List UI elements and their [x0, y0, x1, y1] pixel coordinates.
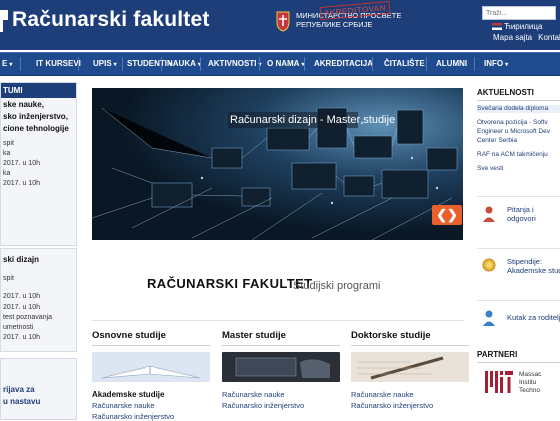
widget-text: Pitanja i odgovori — [507, 205, 536, 223]
news-heading: AKTUELNOSTI — [477, 88, 560, 101]
laptop-image — [222, 352, 340, 382]
event-detail: spit — [3, 140, 14, 147]
event-detail: 2017. u 10h — [3, 293, 40, 300]
event-detail: ka — [3, 150, 11, 157]
news-item[interactable]: RAF na ACM takmičenju — [477, 151, 560, 159]
column-heading[interactable]: Doktorske studije — [351, 330, 469, 341]
event-title-line[interactable]: ski dizajn — [1, 249, 76, 265]
event-detail: umetnosti — [3, 324, 34, 331]
slider-arrows-button[interactable]: ❮❯ — [432, 205, 462, 225]
nav-item-it-kursevi[interactable]: IT KURSEVI — [36, 53, 81, 75]
circuit-board-image — [92, 88, 463, 240]
nav-item-alumni[interactable]: ALUMNI — [436, 53, 467, 75]
event-title-line[interactable]: sko inženjerstvo, — [1, 110, 76, 122]
medal-icon — [482, 258, 496, 272]
nav-item-studenti[interactable]: STUDENTI ▾ — [127, 53, 172, 75]
event-title-line[interactable]: ske nauke, — [1, 98, 76, 110]
program-link[interactable]: Računarsko inženjerstvo — [351, 401, 469, 410]
events-heading: TUMI — [1, 83, 76, 98]
news-item[interactable]: Engineer u Microsoft Dev — [477, 128, 560, 136]
doktorske-studije-column: Doktorske studije Računarske nauke Račun… — [351, 330, 469, 410]
master-studije-column: Master studije Računarske nauke Računars… — [222, 330, 340, 410]
faq-widget[interactable]: Pitanja i odgovori — [477, 196, 560, 235]
nav-item-o-nama[interactable]: O NAMA ▾ — [267, 53, 304, 75]
program-link[interactable]: Računarske nauke — [351, 390, 469, 399]
column-heading[interactable]: Osnovne studije — [92, 330, 210, 341]
news-item[interactable]: Svečana dodela diploma — [477, 105, 560, 113]
logo-mark-icon[interactable] — [0, 6, 10, 36]
events-panel: TUMI ske nauke, sko inženjerstvo, cione … — [0, 82, 77, 246]
nav-item-home[interactable]: E ▾ — [2, 53, 12, 75]
all-news-link[interactable]: Sve vesti — [477, 165, 560, 173]
nav-item-akreditacija[interactable]: AKREDITACIJA — [314, 53, 373, 75]
serbian-flag-icon — [492, 23, 502, 31]
partners-heading: PARTNERI — [477, 350, 560, 363]
language-switch[interactable]: Ћирилица — [492, 22, 542, 31]
ministry-line-2: РЕПУБЛИКЕ СРБИЈЕ — [296, 20, 373, 29]
column-heading[interactable]: Master studije — [222, 330, 340, 341]
news-item[interactable]: Otvorena pozicija - Softv — [477, 119, 560, 127]
events-panel-2: ski dizajn spit 2017. u 10h 2017. u 10h … — [0, 248, 77, 352]
search-input[interactable] — [482, 6, 556, 20]
nav-item-info[interactable]: INFO ▾ — [484, 53, 508, 75]
nav-item-aktivnosti[interactable]: AKTIVNOSTI▾ — [208, 53, 261, 75]
widget-text: Stipendije:Akademske studije — [507, 257, 560, 275]
program-link[interactable]: Računarske nauke — [92, 401, 210, 410]
contact-link[interactable]: Kontakt — [538, 33, 560, 42]
event-detail: 2017. u 10h — [3, 334, 40, 341]
site-header: Računarski fakultet МИНИСТАРСТВО ПРОСВЕТ… — [0, 0, 560, 50]
event-detail: ka — [3, 170, 11, 177]
nav-item-nauka[interactable]: NAUKA▾ — [167, 53, 201, 75]
hero-caption[interactable]: Računarski dizajn - Master studije — [230, 114, 395, 126]
osnovne-studije-column: Osnovne studije Akademske studije Računa… — [92, 330, 210, 421]
nav-item-citaliste[interactable]: ČITALIŠTE — [384, 53, 425, 75]
event-detail: 2017. u 10h — [3, 180, 40, 187]
parents-widget[interactable]: Kutak za roditelje — [477, 300, 560, 339]
column-subheading: Akademske studije — [92, 390, 165, 399]
mit-partner-name[interactable]: Massac Institu Techno — [519, 371, 541, 395]
scholarship-widget[interactable]: Stipendije:Akademske studije — [477, 248, 560, 287]
widget-text: Kutak za roditelje — [507, 313, 560, 322]
event-detail: test poznavanja — [3, 314, 53, 321]
language-label: Ћирилица — [504, 22, 543, 31]
parent-icon — [483, 310, 495, 326]
event-link-line[interactable]: u nastavu — [1, 395, 76, 407]
program-link[interactable]: Računarsko inženjerstvo — [222, 401, 340, 410]
event-detail: 2017. u 10h — [3, 304, 40, 311]
pen-writing-image — [351, 352, 469, 382]
main-nav: E▾ IT KURSEVI UPIS▾ STUDENTI▾ NAUKA▾ AKT… — [0, 52, 560, 76]
faculty-subtitle: Studijski programi — [293, 280, 381, 292]
event-detail: 2017. u 10h — [3, 160, 40, 167]
mit-logo-icon[interactable] — [485, 371, 513, 393]
title-divider — [92, 320, 464, 321]
events-panel-3: rijava za u nastavu — [0, 358, 77, 420]
serbia-crest-icon — [276, 11, 290, 32]
book-image — [92, 352, 210, 382]
event-detail: spit — [3, 275, 14, 282]
news-item[interactable]: Center Serbia — [477, 137, 560, 145]
event-title-line[interactable]: cione tehnologije — [1, 122, 76, 134]
site-map-link[interactable]: Mapa sajta — [493, 33, 532, 42]
question-person-icon — [483, 206, 495, 222]
utility-links: Mapa sajta Kontakt — [493, 33, 560, 42]
event-link-line[interactable]: rijava za — [1, 359, 76, 395]
news-panel: AKTUELNOSTI Svečana dodela diploma Otvor… — [477, 88, 560, 173]
hero-slider[interactable] — [92, 88, 463, 240]
program-link[interactable]: Računarske nauke — [222, 390, 340, 399]
faculty-title: RAČUNARSKI FAKULTET — [147, 276, 313, 291]
nav-item-upis[interactable]: UPIS ▾ — [93, 53, 117, 75]
site-brand[interactable]: Računarski fakultet — [12, 8, 210, 32]
